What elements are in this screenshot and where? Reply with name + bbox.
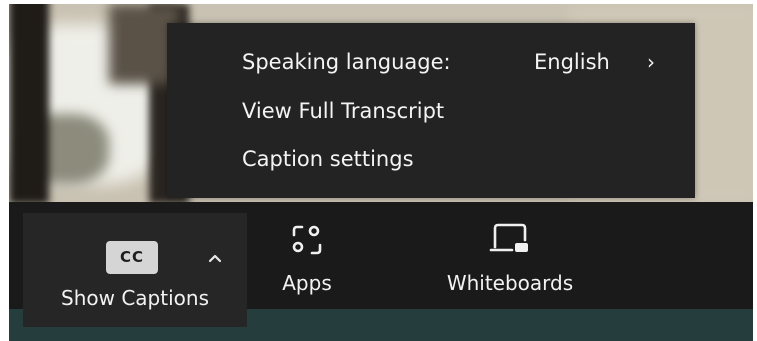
apps-label: Apps bbox=[282, 271, 332, 295]
speaking-language-item[interactable]: Speaking language: English › bbox=[242, 49, 672, 75]
whiteboard-icon bbox=[486, 219, 534, 259]
show-captions-label: Show Captions bbox=[61, 286, 209, 310]
whiteboards-label: Whiteboards bbox=[446, 271, 574, 295]
captions-menu: Speaking language: English › View Full T… bbox=[167, 23, 695, 198]
video-blur-region bbox=[9, 4, 49, 202]
chevron-up-svg bbox=[208, 254, 222, 263]
chevron-right-icon: › bbox=[647, 50, 655, 74]
chevron-up-icon[interactable] bbox=[200, 241, 230, 271]
closed-captions-icon: CC bbox=[106, 241, 158, 274]
meeting-window: Speaking language: English › View Full T… bbox=[0, 0, 757, 341]
whiteboards-button[interactable]: Whiteboards bbox=[425, 213, 595, 303]
view-full-transcript-item[interactable]: View Full Transcript bbox=[242, 98, 444, 124]
caption-settings-item[interactable]: Caption settings bbox=[242, 146, 414, 172]
apps-button[interactable]: Apps bbox=[262, 213, 352, 303]
speaking-language-value: English bbox=[534, 50, 610, 74]
speaking-language-label: Speaking language: bbox=[242, 50, 451, 74]
apps-icon bbox=[288, 221, 326, 259]
